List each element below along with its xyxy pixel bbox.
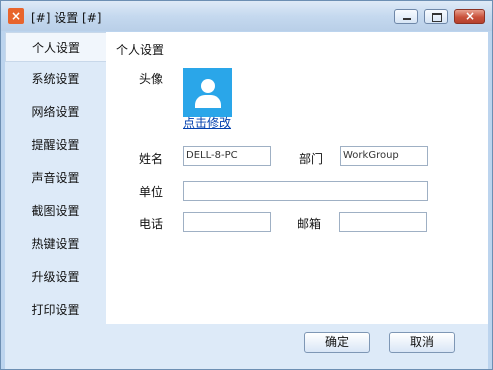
sidebar-item-upgrade[interactable]: 升级设置 xyxy=(5,262,106,292)
maximize-icon xyxy=(432,13,442,22)
sidebar-item-reminder[interactable]: 提醒设置 xyxy=(5,130,106,160)
unit-label: 单位 xyxy=(139,185,164,199)
close-icon: × xyxy=(465,9,476,23)
close-button[interactable]: × xyxy=(454,9,485,24)
sidebar-item-personal[interactable]: 个人设置 xyxy=(5,32,106,62)
phone-label: 电话 xyxy=(139,217,164,231)
section-title: 个人设置 xyxy=(116,43,165,57)
user-icon-body xyxy=(195,95,221,108)
minimize-button[interactable] xyxy=(394,9,418,24)
department-label: 部门 xyxy=(299,152,324,166)
dialog-footer: 确定 取消 xyxy=(5,324,488,369)
user-icon-head xyxy=(201,79,215,93)
name-field[interactable]: DELL-8-PC xyxy=(183,146,271,166)
name-label: 姓名 xyxy=(139,152,164,166)
change-avatar-link[interactable]: 点击修改 xyxy=(183,114,231,131)
settings-window: × [#] 设置 [#] × 个人设置 系统设置 网络设置 提醒设置 声音设置 … xyxy=(0,0,493,370)
email-label: 邮箱 xyxy=(297,217,322,231)
unit-field[interactable] xyxy=(183,181,428,201)
sidebar-item-network[interactable]: 网络设置 xyxy=(5,97,106,127)
sidebar-item-print[interactable]: 打印设置 xyxy=(5,295,106,325)
sidebar-item-screenshot[interactable]: 截图设置 xyxy=(5,196,106,226)
sidebar-item-system[interactable]: 系统设置 xyxy=(5,64,106,94)
cancel-button[interactable]: 取消 xyxy=(389,332,455,353)
email-field[interactable] xyxy=(339,212,427,232)
window-title: [#] 设置 [#] xyxy=(31,11,102,25)
settings-sidebar: 个人设置 系统设置 网络设置 提醒设置 声音设置 截图设置 热键设置 升级设置 … xyxy=(5,32,106,324)
settings-content: 个人设置 头像 点击修改 姓名 DELL-8-PC 部门 WorkGroup 单… xyxy=(106,32,488,324)
sidebar-item-sound[interactable]: 声音设置 xyxy=(5,163,106,193)
confirm-button[interactable]: 确定 xyxy=(304,332,370,353)
maximize-button[interactable] xyxy=(424,9,448,24)
phone-field[interactable] xyxy=(183,212,271,232)
avatar-label: 头像 xyxy=(139,72,164,86)
title-bar[interactable]: × [#] 设置 [#] × xyxy=(1,1,492,31)
minimize-icon xyxy=(403,18,411,20)
sidebar-item-hotkey[interactable]: 热键设置 xyxy=(5,229,106,259)
avatar[interactable] xyxy=(183,68,232,117)
app-icon: × xyxy=(8,8,24,24)
department-field[interactable]: WorkGroup xyxy=(340,146,428,166)
